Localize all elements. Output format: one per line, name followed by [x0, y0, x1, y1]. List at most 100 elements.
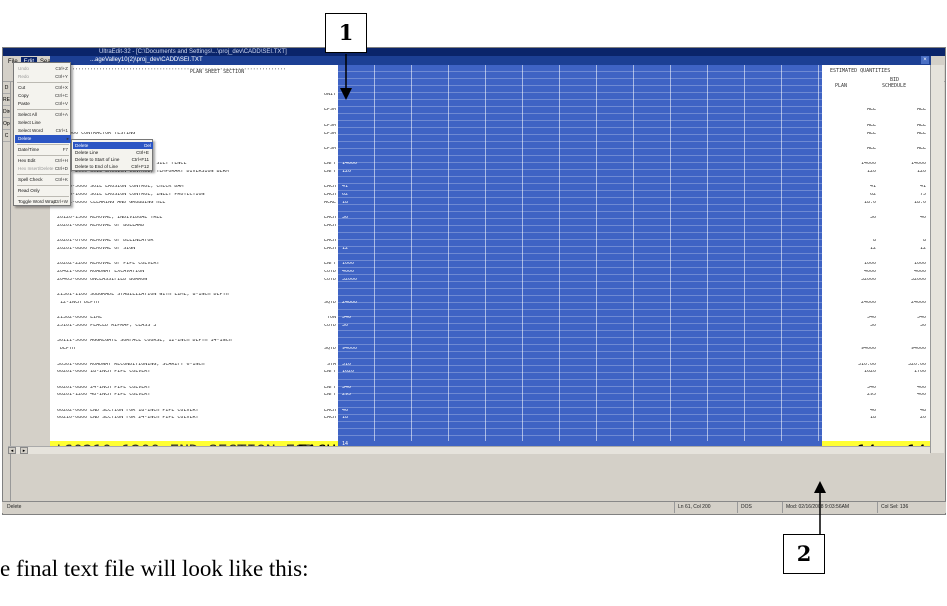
line-unit: '''''''''' [305, 139, 336, 143]
menu-separator [17, 82, 69, 83]
line-unit: CUYD [323, 277, 336, 281]
left-tab-rail: DRETDireOpeC [3, 82, 11, 502]
line-plan-qty: 30 [869, 324, 876, 327]
line-unit: LPSM [323, 131, 336, 135]
line-bid-qty: ALL [916, 146, 926, 150]
delete-submenu-item-delete-line[interactable]: Delete Line Ctrl+E [75, 149, 151, 156]
menu-item-label: Delete [18, 136, 32, 141]
edit-menu-item-spell-check[interactable]: Spell Check Ctrl+K [18, 176, 70, 184]
text-line[interactable]: '15705-5000 SOIL EROSION CONTROL, CHECK … [50, 185, 944, 188]
text-line[interactable]: '60210-0800 END SECTION FOR 24-INCH PIPE… [50, 416, 944, 419]
callout-box-2: 2 [783, 534, 825, 574]
edit-menu-item-undo[interactable]: Undo Ctrl+Z [18, 65, 70, 73]
text-line[interactable]: 'LPSMALLALL [50, 124, 944, 127]
close-icon[interactable]: × [921, 56, 929, 64]
text-line[interactable]: ''''''''''''''''''''''''''''''''''''''''… [50, 116, 944, 119]
edit-menu-item-read-only[interactable]: Read Only [18, 187, 70, 195]
line-plan-qty: '''''''''' [845, 154, 876, 158]
text-line[interactable]: '60201-0600 18-INCH PIPE CULVERT LNFT 1620… [50, 370, 944, 373]
line-unit: ACRE [323, 200, 336, 204]
text-line[interactable]: '20101-0000 CLEARING AND GRUBBING HEE ACR… [50, 201, 944, 204]
line-bid-qty: 30 [919, 324, 926, 327]
edit-menu-item-hex-edit[interactable]: Hex Edit Ctrl+H [18, 157, 70, 165]
line-bid-qty: ALL [916, 108, 926, 112]
text-line[interactable]: '25101-3000 PLACED RIPRAP, CLASS 3 CUYD 30… [50, 324, 944, 327]
text-line[interactable]: '15705-2000 SOIL EROSION CONTROL, TEMPOR… [50, 170, 944, 173]
text-line[interactable]: '00-0000 CONTRACTOR TESTING LPSM ALL ALL [50, 132, 944, 135]
edit-menu-item-select-line[interactable]: Select Line [18, 119, 70, 127]
text-line[interactable]: ''''''''''''''''''''''''''''''''''''''''… [50, 401, 944, 404]
line-plan-qty: 18.0 [863, 200, 876, 204]
line-bid-qty: 48 [919, 408, 926, 412]
line-selected-text: 540 [342, 316, 352, 320]
text-editor-area[interactable]: '''''''''' '''''''''' '''''''''' ''''''''''… [50, 65, 944, 453]
text-line[interactable]: '60201-1200 48-INCH PIPE CULVERT LNFT 295 2… [50, 393, 944, 396]
text-line[interactable]: '20403-0000 UNCLASSIFIED BORROW CUYD 32000… [50, 278, 944, 281]
text-line[interactable]: '60201-0800 24-INCH PIPE CULVERT LNFT 340 3… [50, 386, 944, 389]
delete-submenu-item-delete-to-start-of-line[interactable]: Delete to Start of Line Ctrl+F11 [75, 156, 151, 163]
text-line[interactable]: '15706-1000 SOIL EROSION CONTROL, INLET … [50, 193, 944, 196]
scroll-right-icon[interactable]: ▸ [20, 447, 28, 454]
text-line[interactable]: ''''''''''''''''''''''''''''''''''''''''… [50, 139, 944, 142]
edit-menu-item-redo[interactable]: Redo Ctrl+Y [18, 73, 70, 81]
text-line[interactable]: '00-0000 STAKINGLPSMALLALL [50, 147, 944, 150]
text-line[interactable]: '30301-6000 ROADWAY RECONDITIONING, SCAR… [50, 363, 944, 366]
text-line[interactable]: '20201-0000 REMOVAL OF BOLLARD EACH [50, 224, 944, 227]
edit-menu-item-toggle-word-wrap[interactable]: Toggle Word Wrap Ctrl+W [18, 198, 70, 206]
left-tab[interactable]: Ope [3, 118, 10, 130]
text-line[interactable]: ''''''''''''''''''''''''''''''''''''''''… [50, 332, 944, 335]
edit-menu-item-paste[interactable]: Paste Ctrl+V [18, 100, 70, 108]
line-selected-text [338, 155, 822, 158]
horizontal-scrollbar[interactable]: ◂ ▸ [8, 446, 930, 454]
delete-submenu-item-delete[interactable]: Delete Del [73, 142, 153, 149]
text-line[interactable]: ''''''''''''''''''''''''''''''''''''''''… [50, 155, 944, 158]
scroll-left-icon[interactable]: ◂ [8, 447, 16, 454]
text-line[interactable]: '21302-0000 LIME TON 540 540 540 [50, 316, 944, 319]
text-line[interactable]: ''''''''''''''''''''''''''''''''''''''''… [50, 101, 944, 104]
text-line[interactable]: ' 12-INCH DEPTH SQYD 24000 24000 24000 [50, 301, 944, 304]
edit-menu-item-select-word[interactable]: Select Word Ctrl+1 [18, 127, 70, 135]
text-line[interactable]: '21301-1100 SUBGRADE STABILIZATION WITH … [50, 293, 944, 296]
text-line[interactable]: '20202-2200 REMOVAL OF PIPE CULVERT LNFT 1… [50, 262, 944, 265]
text-line[interactable]: ''''''''''''''''''''''''''''''''''''''''… [50, 378, 944, 381]
text-line[interactable]: ''''''''''''''''''''''''''''''''''''''''… [50, 209, 944, 212]
text-line[interactable]: ''''''''''''''''''''''''''''''''''''''''… [50, 355, 944, 358]
text-line[interactable]: '20120-1500 REMOVAL, INDIVIDUAL TREE EACH… [50, 216, 944, 219]
text-line[interactable]: ''''''''''''''''''''''''''''''''''''''''… [50, 255, 944, 258]
line-plan-qty: ALL [866, 131, 876, 135]
text-line[interactable]: ''''''''''''''''''''''''''''''''''''''''… [50, 178, 944, 181]
left-tab[interactable]: Dire [3, 106, 10, 118]
line-unit: LNFT [323, 393, 336, 397]
text-line[interactable]: '15705-0000 SOIL EROSION CONTROL, SILT F… [50, 162, 944, 165]
edit-menu-item-select-all[interactable]: Select All Ctrl+A [18, 111, 70, 119]
left-tab[interactable]: RET [3, 94, 10, 106]
text-line[interactable]: '20201-0700 REMOVAL OF DELINEATOR EACH 8 8 [50, 239, 944, 242]
line-selected-text: 310 [342, 362, 352, 366]
text-line[interactable]: ''''''''''''''''''''''''''''''''''''''''… [50, 309, 944, 312]
text-line[interactable]: '30111-5000 AGGREGATE SURFACE COURSE, 12… [50, 339, 944, 342]
status-bar: Delete Ln 61, Col 200 DOS Mod: 02/16/200… [2, 501, 946, 513]
vertical-scrollbar[interactable] [930, 65, 944, 453]
line-unit: EACH [323, 223, 336, 227]
edit-menu-item-date-time[interactable]: Date/Time F7 [18, 146, 70, 154]
text-line[interactable]: ''''''''''''''''''''''''''''''''''''''''… [50, 286, 944, 289]
menu-item-shortcut: Ctrl+Y [55, 74, 68, 79]
text-line[interactable]: '20421-0000 ROADWAY EXCAVATION CUYD 4000 40… [50, 270, 944, 273]
left-tab[interactable]: D [3, 82, 10, 94]
text-line[interactable]: 'LPSMALLALL [50, 108, 944, 111]
text-line[interactable]: ' DEPTH SQYD 94000 94000 94000 [50, 347, 944, 350]
edit-menu-item-delete[interactable]: Delete ▸ [15, 135, 71, 143]
line-plan-qty: 340 [866, 385, 876, 389]
text-line[interactable]: 'UNIT [50, 93, 944, 96]
text-line[interactable]: ''''''''''''''''''''''''''''''''''''''''… [50, 232, 944, 235]
edit-menu-item-copy[interactable]: Copy Ctrl+C [18, 92, 70, 100]
text-line[interactable]: ''''''''''''''''''''''''''''''''''''''''… [50, 424, 944, 427]
menu-item-shortcut: Ctrl+K [55, 177, 68, 182]
edit-menu-item-hex-insert-delete[interactable]: Hex Insert/Delete Ctrl+D [18, 165, 70, 173]
text-line[interactable]: '20201-0800 REMOVAL OF SIGN EACH 12 12 12 [50, 247, 944, 250]
delete-submenu-item-delete-to-end-of-line[interactable]: Delete to End of Line Ctrl+F12 [75, 163, 151, 170]
text-line[interactable]: '60202-0600 END SECTION FOR 18-INCH PIPE… [50, 409, 944, 412]
line-unit: SQYD [323, 300, 336, 304]
edit-menu-item-cut[interactable]: Cut Ctrl+X [18, 84, 70, 92]
left-tab[interactable]: C [3, 130, 10, 142]
